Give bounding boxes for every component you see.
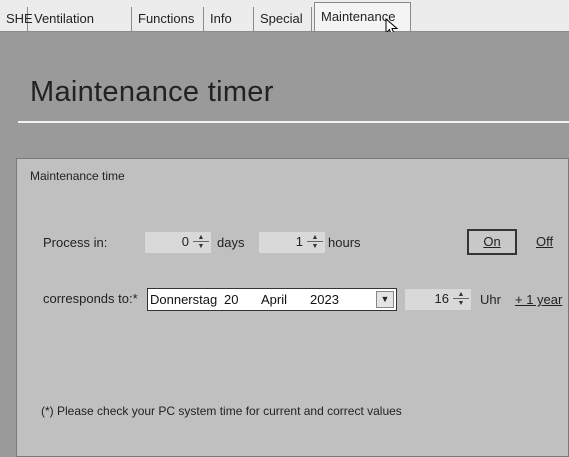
date-picker[interactable]: Donnerstag 20 April 2023 ▼ xyxy=(147,288,397,311)
date-year: 2023 xyxy=(310,292,339,307)
chevron-down-icon[interactable]: ▼ xyxy=(307,243,323,251)
hour-value: 16 xyxy=(434,291,449,306)
date-weekday: Donnerstag xyxy=(150,292,218,307)
days-value: 0 xyxy=(181,234,189,249)
tab-strip: SHE Ventilation Functions Info Special M… xyxy=(0,0,569,37)
hour-stepper[interactable]: 16 ▲ ▼ xyxy=(405,289,471,310)
hours-value: 1 xyxy=(295,234,303,249)
days-stepper-arrows: ▲ ▼ xyxy=(193,234,209,251)
chevron-down-icon[interactable]: ▼ xyxy=(193,243,209,251)
group-title: Maintenance time xyxy=(30,169,125,183)
tab-info[interactable]: Info xyxy=(204,7,254,31)
hours-unit-label: hours xyxy=(328,235,361,250)
date-day: 20 xyxy=(224,292,239,307)
hours-stepper-arrows: ▲ ▼ xyxy=(307,234,323,251)
days-stepper[interactable]: 0 ▲ ▼ xyxy=(145,232,211,253)
on-button[interactable]: On xyxy=(467,229,517,255)
off-button[interactable]: Off xyxy=(536,231,553,253)
chevron-down-icon[interactable]: ▼ xyxy=(453,300,469,308)
process-in-label: Process in: xyxy=(43,235,108,250)
title-divider xyxy=(18,121,569,123)
chevron-up-icon[interactable]: ▲ xyxy=(307,234,323,242)
tab-functions[interactable]: Functions xyxy=(132,7,204,31)
date-month: April xyxy=(261,292,288,307)
maintenance-panel: Maintenance timer Maintenance time Proce… xyxy=(0,32,569,457)
maintenance-time-group: Maintenance time Process in: 0 ▲ ▼ days … xyxy=(16,158,569,457)
tab-label: Special xyxy=(260,11,303,26)
chevron-up-icon[interactable]: ▲ xyxy=(453,291,469,299)
hour-stepper-arrows: ▲ ▼ xyxy=(453,291,469,308)
tab-special[interactable]: Special xyxy=(254,7,312,31)
hours-stepper[interactable]: 1 ▲ ▼ xyxy=(259,232,325,253)
chevron-down-icon[interactable]: ▼ xyxy=(376,291,394,308)
tab-label: Functions xyxy=(138,11,195,26)
plus-one-year-link[interactable]: + 1 year xyxy=(515,292,562,307)
tab-ventilation[interactable]: Ventilation xyxy=(28,7,132,31)
hour-unit-label: Uhr xyxy=(480,292,501,307)
chevron-up-icon[interactable]: ▲ xyxy=(193,234,209,242)
corresponds-to-label: corresponds to:* xyxy=(43,291,138,306)
page-title: Maintenance timer xyxy=(30,76,274,108)
system-time-note: (*) Please check your PC system time for… xyxy=(41,404,402,418)
tab-she[interactable]: SHE xyxy=(0,7,33,31)
tab-label: Ventilation xyxy=(34,11,94,26)
tab-label: Info xyxy=(210,11,232,26)
days-unit-label: days xyxy=(217,235,245,250)
